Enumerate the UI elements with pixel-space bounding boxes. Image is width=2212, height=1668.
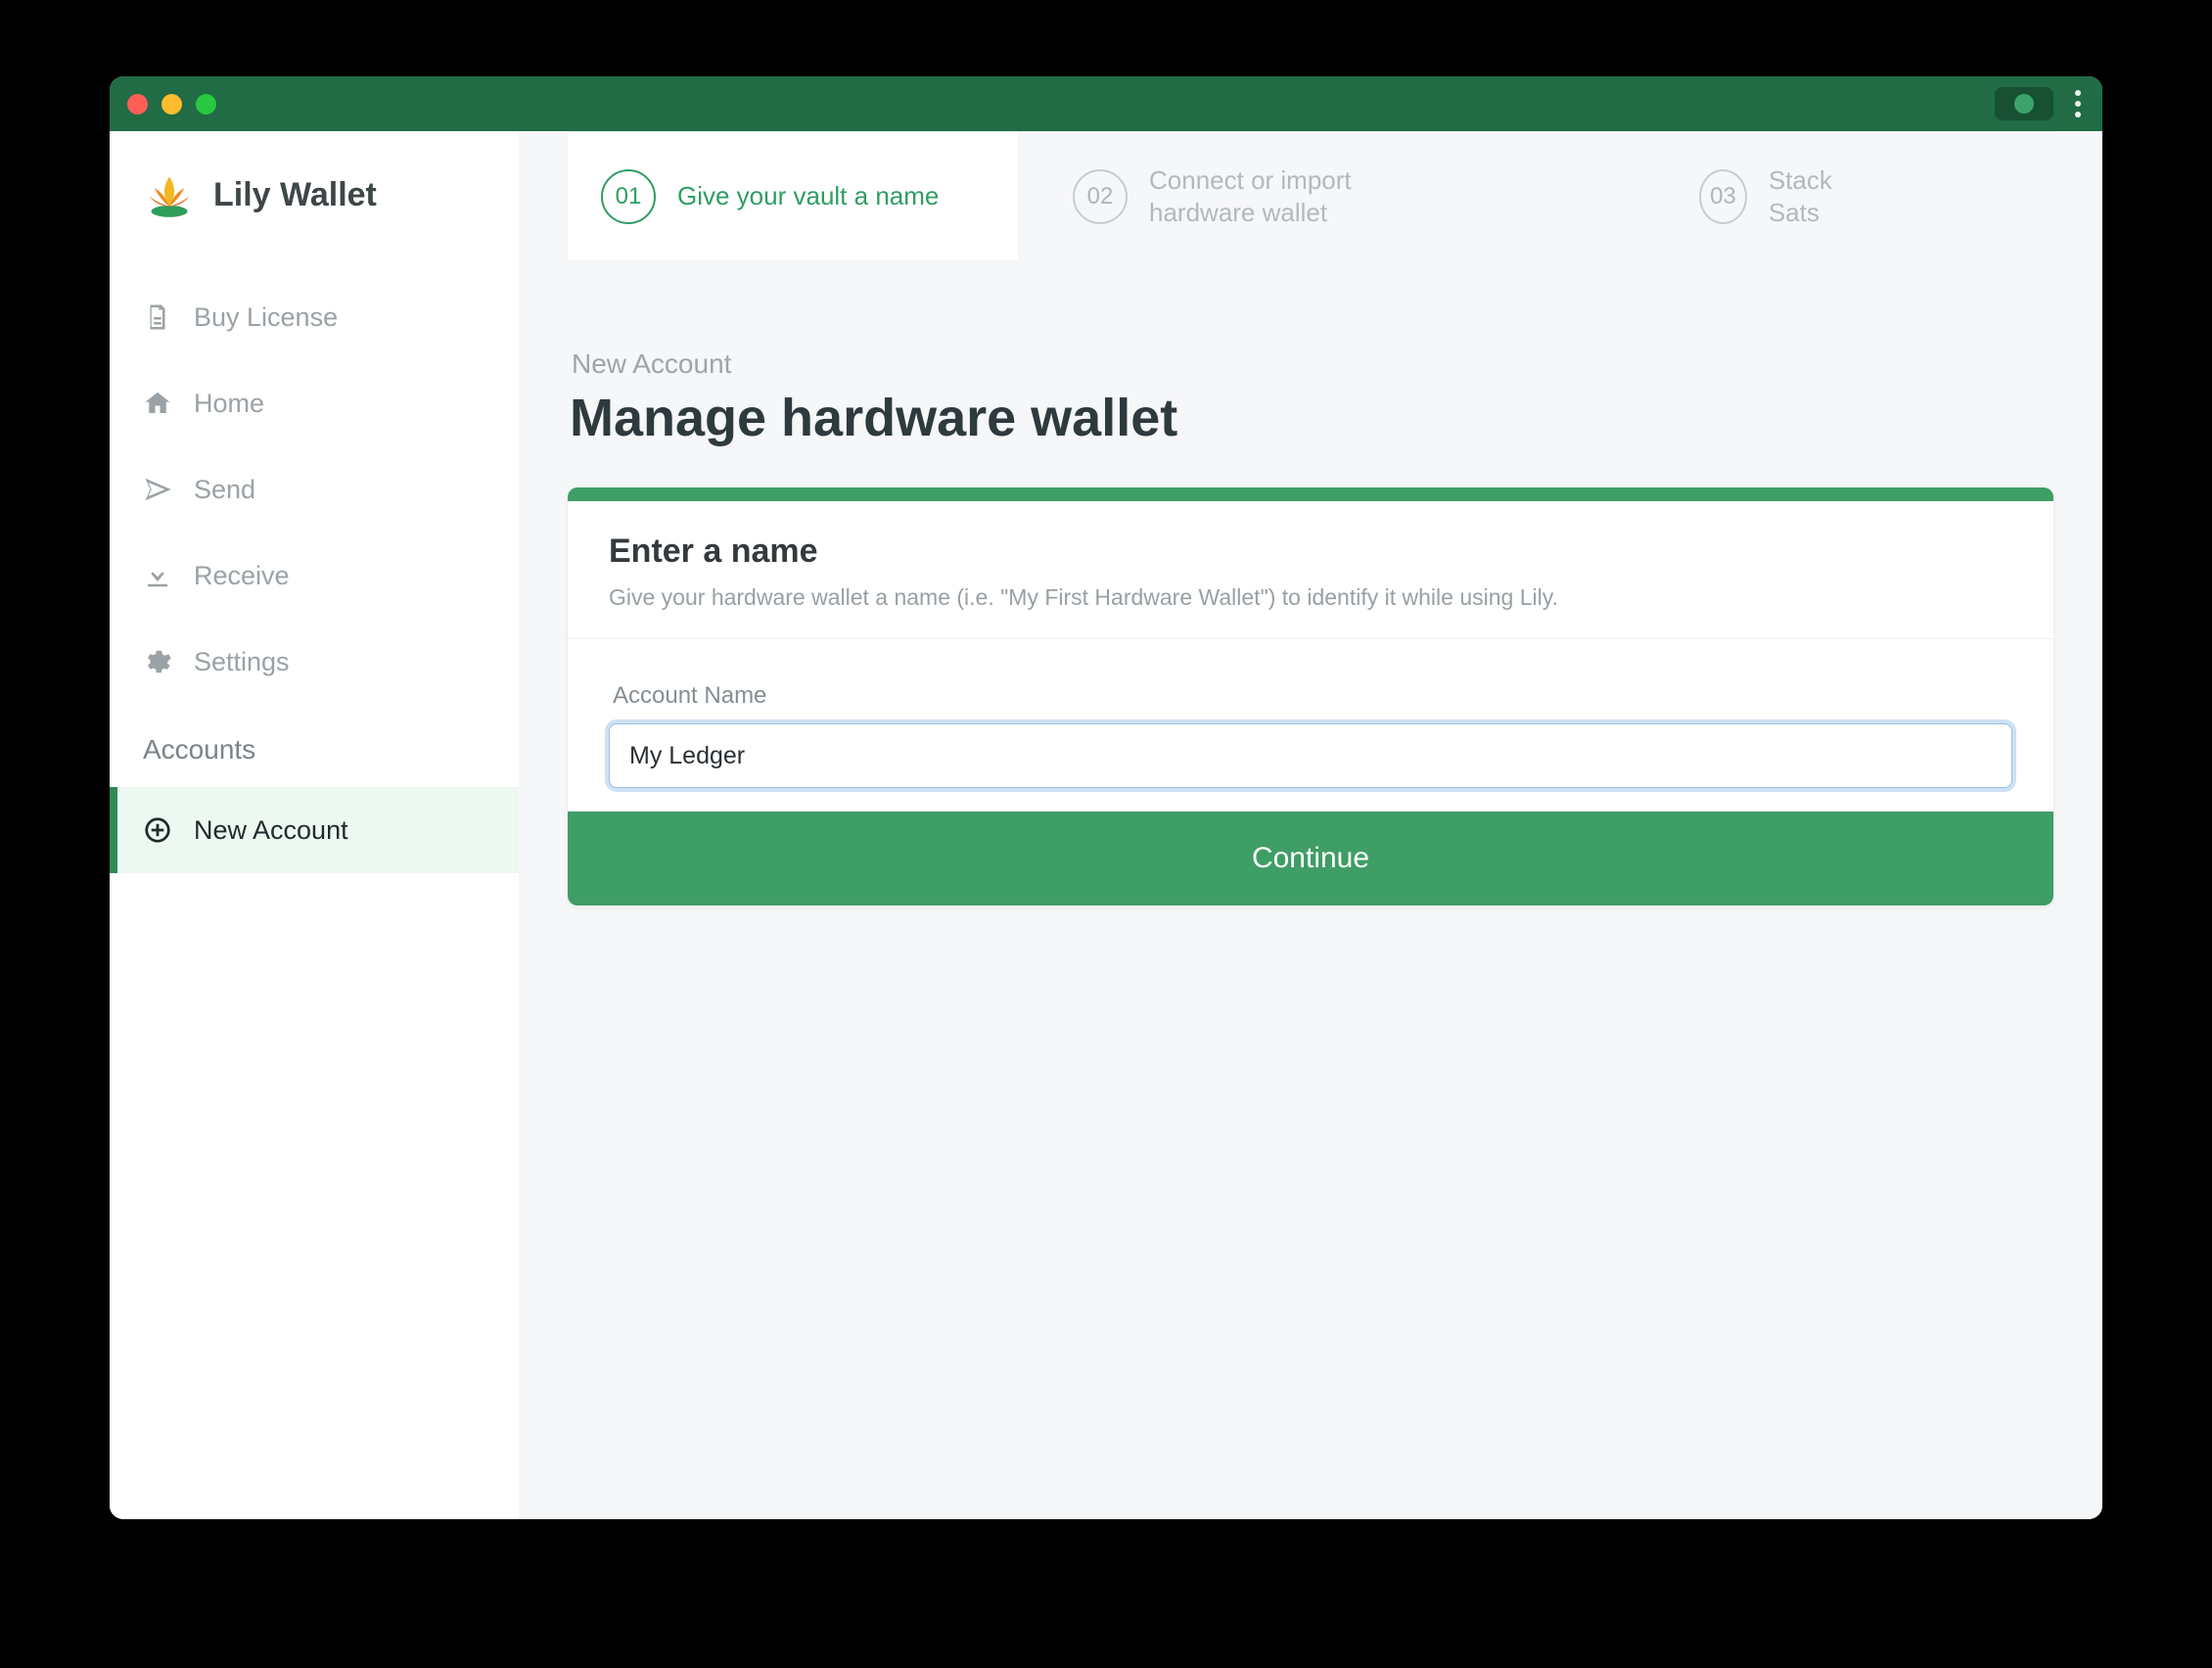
step-3[interactable]: 03 Stack Sats (1644, 132, 1911, 260)
more-menu-button[interactable] (2071, 90, 2085, 117)
receive-icon (143, 561, 172, 590)
plus-circle-icon (143, 815, 172, 845)
nav-label: Receive (194, 561, 290, 591)
step-number: 03 (1699, 169, 1747, 224)
card-heading: Enter a name (609, 533, 2012, 571)
step-2[interactable]: 02 Connect or import hardware wallet (1018, 132, 1644, 260)
account-name-label: Account Name (613, 682, 2012, 710)
step-number: 02 (1073, 169, 1128, 224)
home-icon (143, 389, 172, 418)
step-label: Connect or import hardware wallet (1149, 164, 1452, 228)
card-accent (568, 487, 2053, 501)
app-name: Lily Wallet (213, 176, 377, 214)
account-name-input[interactable] (609, 723, 2012, 788)
name-card: Enter a name Give your hardware wallet a… (568, 487, 2053, 905)
gear-icon (143, 647, 172, 676)
step-label: Give your vault a name (677, 180, 939, 212)
zoom-window-button[interactable] (196, 94, 216, 115)
nav-receive[interactable]: Receive (110, 533, 519, 619)
nav-label: Home (194, 389, 264, 419)
titlebar (110, 76, 2102, 131)
sidebar-section-accounts: Accounts (110, 705, 519, 787)
license-icon (143, 302, 172, 332)
sidebar: Lily Wallet Buy License Home Send (110, 131, 519, 1519)
window-controls (127, 94, 216, 115)
brand[interactable]: Lily Wallet (110, 168, 519, 274)
nav-label: Settings (194, 647, 290, 677)
step-label: Stack Sats (1769, 164, 1873, 228)
step-1[interactable]: 01 Give your vault a name (568, 132, 1018, 260)
card-subtext: Give your hardware wallet a name (i.e. "… (609, 584, 2012, 611)
nav-settings[interactable]: Settings (110, 619, 519, 705)
nav-new-account[interactable]: New Account (110, 787, 519, 873)
lily-logo-icon (143, 168, 196, 221)
page-title: Manage hardware wallet (570, 388, 2053, 448)
continue-button[interactable]: Continue (568, 811, 2053, 905)
send-icon (143, 475, 172, 504)
nav-label: New Account (194, 815, 348, 846)
nav-label: Send (194, 475, 255, 505)
status-dot-icon (2014, 94, 2034, 114)
connection-status-indicator[interactable] (1995, 87, 2053, 120)
stepper: 01 Give your vault a name 02 Connect or … (568, 131, 2053, 260)
page-eyebrow: New Account (572, 348, 2053, 380)
nav-buy-license[interactable]: Buy License (110, 274, 519, 360)
close-window-button[interactable] (127, 94, 148, 115)
main-content: 01 Give your vault a name 02 Connect or … (519, 131, 2102, 1519)
nav-home[interactable]: Home (110, 360, 519, 446)
app-window: Lily Wallet Buy License Home Send (110, 76, 2102, 1519)
step-number: 01 (601, 169, 656, 224)
nav-send[interactable]: Send (110, 446, 519, 533)
nav-label: Buy License (194, 302, 338, 333)
minimize-window-button[interactable] (161, 94, 182, 115)
